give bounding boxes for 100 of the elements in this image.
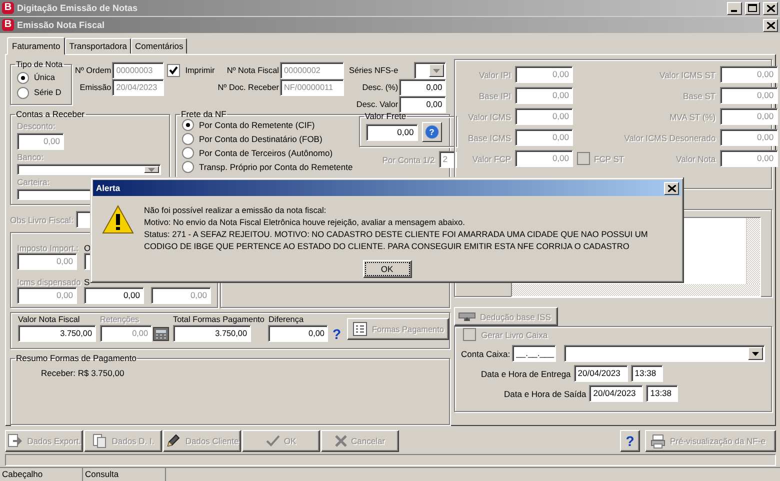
field-label: Séries NFS-e (349, 66, 398, 75)
app-logo: B (2, 2, 14, 14)
field-label: Desconto: (17, 120, 56, 132)
help-button[interactable]: ? (422, 122, 442, 142)
field-label: Imposto Import.: (17, 243, 78, 253)
close-button[interactable] (664, 182, 679, 194)
radio-button[interactable]: Por Conta de Terceiros (Autônomo) (182, 146, 353, 160)
group-title: Tipo de Nota (15, 59, 64, 70)
field-label: Valor Nota Fiscal (18, 315, 81, 324)
printer-icon (650, 433, 666, 449)
field-label: MVA ST (%) (670, 112, 716, 122)
field-label: Total Formas Pagamento (173, 315, 264, 324)
dropdown[interactable] (564, 345, 765, 362)
app-logo: B (2, 19, 14, 31)
field-label: Icms dispensado (17, 277, 81, 287)
message-text: Status: 271 - A SEFAZ REJEITOU. MOTIVO: NO CADASTRO DESTE CLIENTE FOI AMARRADA UMA CIDADE QUE NAO POSSUI UM CODIGO DE IBGE QUE PERTENCE AO ESTADO DO CLIENTE. PARA CONSEGUIR EMITIR ESTA NFE CORRIJA O CADASTRO (144, 228, 649, 252)
message-text: Motivo: No envio da Nota Fiscal Eletrônica houve rejeição, avaliar a mensagem abaixo. (144, 216, 466, 228)
radio-button[interactable]: Série D (17, 85, 65, 100)
field-label: Data e Hora de Saída (504, 388, 586, 398)
field-label: Obs Livro Fiscal: (10, 214, 74, 224)
field-label: Valor ICMS ST (660, 70, 716, 80)
maximize-icon (748, 4, 757, 12)
message-text: Não foi possível realizar a emissão da nota fiscal: (144, 204, 328, 216)
input-field[interactable]: 13:38 (630, 365, 663, 382)
radio-button[interactable]: Única (17, 70, 65, 85)
status-text: Consulta (83, 468, 166, 481)
field-label: O (84, 243, 91, 253)
input-field[interactable]: 0,00 (268, 325, 328, 342)
field-label: Banco: (17, 151, 44, 163)
dropdown-button[interactable] (748, 347, 763, 360)
field-label: Valor Nota (676, 154, 716, 164)
minimize-button[interactable] (727, 2, 742, 14)
tab[interactable]: Transportadora (65, 38, 132, 54)
input-field[interactable]: 20/04/2023 (589, 385, 644, 402)
field-label: Base IPI (478, 90, 511, 100)
input-field[interactable]: 13:38 (646, 385, 678, 402)
tab[interactable]: Comentários (131, 38, 188, 54)
dropdown-arrow-icon (433, 68, 440, 72)
close-icon (766, 4, 774, 12)
radio-button[interactable]: Por Conta do Destinatário (FOB) (182, 132, 353, 146)
field-label: Diferença (268, 315, 305, 324)
dropdown-arrow-icon (752, 352, 759, 356)
field-label: Retenções (100, 315, 140, 324)
document-arrow-icon (7, 433, 24, 449)
field-label: Data e Hora de Entrega (481, 368, 571, 378)
field-label: Valor ICMS (468, 112, 511, 122)
scrollbar[interactable] (512, 284, 760, 296)
calculator-button[interactable] (153, 326, 169, 340)
maximize-button[interactable] (745, 2, 760, 14)
tray-icon (458, 310, 476, 322)
field-label: Valor ICMS Desonerado (624, 132, 716, 142)
check-icon (266, 435, 280, 447)
field-label: Emissão (80, 83, 112, 92)
dialog-title: Alerta (96, 183, 120, 193)
scrollbar[interactable] (746, 218, 760, 284)
close-button[interactable] (763, 18, 778, 32)
radio-button[interactable]: Por Conta do Remetente (CIF) (182, 118, 353, 132)
help-button[interactable]: ? (332, 326, 342, 342)
input-field[interactable]: 3.750,00 (173, 325, 251, 342)
input-field[interactable]: 0,00 (366, 124, 418, 140)
field-label: Valor IPI (479, 70, 511, 80)
input-field[interactable]: 20/04/2023 (574, 365, 628, 382)
field-label: Conta Caixa: (461, 348, 510, 358)
window-title: Emissão Nota Fiscal (17, 20, 105, 30)
input-field[interactable]: 3.750,00 (18, 325, 96, 342)
dropdown-arrow-icon (148, 168, 155, 172)
window-title: Digitação Emissão de Notas (17, 3, 138, 13)
documents-icon (92, 433, 108, 449)
group-title: Valor Frete (364, 111, 408, 122)
group-title: Frete da NF (180, 109, 228, 120)
field-label: Desc. (%) (362, 83, 398, 92)
field-label: Desc. Valor (356, 100, 398, 109)
calculator-icon (153, 326, 169, 340)
field-label: Nº Doc. Receber (218, 83, 279, 92)
input-field[interactable]: 0,00 (84, 287, 144, 304)
field-label: Carteira: (17, 176, 50, 188)
field-label: Base ST (682, 90, 716, 100)
close-icon (668, 184, 676, 192)
radio-button[interactable]: Transp. Próprio por Conta do Remetente (182, 160, 353, 174)
ok-button[interactable]: OK (362, 260, 412, 278)
input-field[interactable]: 0,00 (399, 79, 446, 96)
input-field[interactable]: __.__.___ (512, 345, 556, 362)
close-icon (766, 22, 774, 28)
field-label: Base ICMS (468, 132, 511, 142)
field-label: Valor FCP (472, 154, 511, 164)
tab[interactable]: Faturamento (7, 37, 66, 55)
help-button[interactable]: ? (620, 430, 640, 452)
field-label: Nº Nota Fiscal (226, 66, 279, 75)
pencil-icon (165, 433, 182, 449)
cross-icon (334, 435, 347, 447)
close-button[interactable] (763, 2, 778, 14)
status-text: Cabeçalho (0, 468, 83, 481)
group-title: Resumo Formas de Pagamento (15, 353, 138, 364)
input-field[interactable]: 0,00 (399, 96, 446, 113)
field-label: S (84, 277, 90, 287)
checkbox[interactable]: Imprimir (167, 63, 215, 78)
field-label: Nº Ordem (75, 66, 112, 75)
checklist-icon (352, 321, 368, 337)
field-label: Por Conta 1/2 (382, 154, 435, 164)
summary-text: Receber: R$ 3.750,00 (40, 367, 126, 378)
